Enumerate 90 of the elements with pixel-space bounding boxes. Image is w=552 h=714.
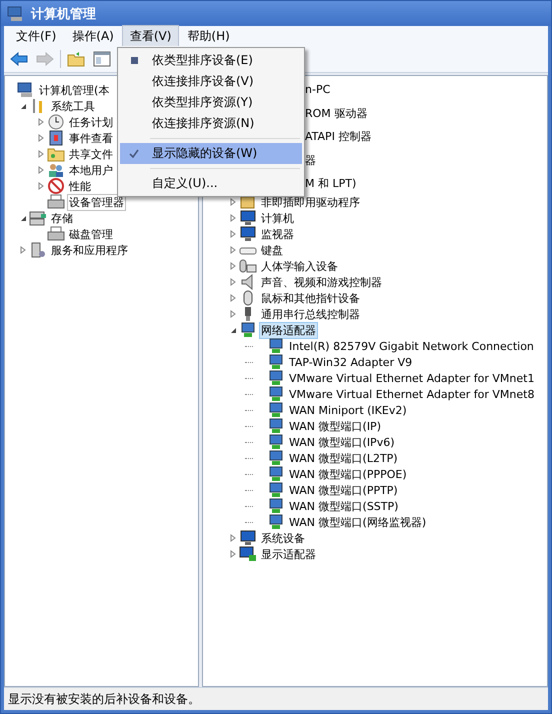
monitor-icon xyxy=(239,210,257,226)
network-adapter-icon xyxy=(267,338,285,354)
menu-option[interactable]: 自定义(U)... xyxy=(120,173,302,194)
forward-arrow-icon xyxy=(36,52,54,66)
tree-item[interactable]: ATAPI 控制器 xyxy=(305,129,372,145)
tree-item[interactable]: 计算机管理(本 xyxy=(37,82,112,98)
display-adapter-icon xyxy=(239,546,257,562)
tree-item[interactable]: 本地用户 xyxy=(67,162,115,178)
network-adapter-icon xyxy=(267,370,285,386)
tree-item[interactable]: 键盘 xyxy=(259,242,285,258)
printer-icon xyxy=(47,226,65,242)
no-entry-icon xyxy=(47,178,65,194)
tree-item[interactable]: 系统工具 xyxy=(49,98,97,114)
printer-icon xyxy=(47,194,65,210)
network-adapter-icon xyxy=(267,466,285,482)
back-arrow-icon xyxy=(10,52,28,66)
tree-item[interactable]: 声音、视频和游戏控制器 xyxy=(259,274,384,290)
network-adapter-icon xyxy=(267,482,285,498)
tree-item[interactable]: ROM 驱动器 xyxy=(305,106,368,122)
network-adapter-icon xyxy=(239,322,257,338)
menu-item[interactable]: 帮助(H) xyxy=(179,24,238,48)
tree-item[interactable]: WAN 微型端口(SSTP) xyxy=(287,498,400,514)
tree-item[interactable]: WAN 微型端口(IPv6) xyxy=(287,434,396,450)
tree-item[interactable]: 系统设备 xyxy=(259,530,307,546)
network-adapter-icon xyxy=(267,354,285,370)
collapse-arrow-icon[interactable] xyxy=(20,214,26,222)
tree-item[interactable]: 网络适配器 xyxy=(259,322,318,338)
computer-icon xyxy=(17,82,35,98)
tree-item[interactable]: TAP-Win32 Adapter V9 xyxy=(287,354,414,370)
computer-icon xyxy=(7,6,25,22)
tree-item[interactable]: 通用串行总线控制器 xyxy=(259,306,362,322)
folder-up-icon xyxy=(67,51,85,67)
tree-item[interactable]: 鼠标和其他指针设备 xyxy=(259,290,362,306)
tree-item[interactable]: 非即插即用驱动程序 xyxy=(259,194,362,210)
folder-icon xyxy=(47,146,65,162)
storage-icon xyxy=(29,210,47,226)
clock-icon xyxy=(47,114,65,130)
menu-item[interactable]: 操作(A) xyxy=(64,24,122,48)
network-adapter-icon xyxy=(267,498,285,514)
menu-option[interactable]: 依连接排序设备(V) xyxy=(120,71,302,92)
tree-item[interactable]: WAN 微型端口(L2TP) xyxy=(287,450,400,466)
menu-option[interactable]: 依连接排序资源(N) xyxy=(120,113,302,134)
device-icon xyxy=(239,194,257,210)
tree-item[interactable]: 性能 xyxy=(67,178,93,194)
tree-item[interactable]: 共享文件 xyxy=(67,146,115,162)
tree-item[interactable]: WAN 微型端口(IP) xyxy=(287,418,383,434)
tree-item[interactable]: 事件查看 xyxy=(67,130,115,146)
tree-item[interactable]: 服务和应用程序 xyxy=(49,242,130,258)
tree-item[interactable]: WAN 微型端口(PPTP) xyxy=(287,482,400,498)
console-tree-icon xyxy=(93,51,111,67)
network-adapter-icon xyxy=(267,418,285,434)
menu-item[interactable]: 查看(V) xyxy=(122,24,180,48)
tree-item[interactable]: VMware Virtual Ethernet Adapter for VMnet1 xyxy=(287,370,536,386)
tree-item[interactable]: 存储 xyxy=(49,210,75,226)
tree-item[interactable]: 设备管理器 xyxy=(67,194,126,210)
network-adapter-icon xyxy=(267,434,285,450)
tree-item[interactable]: 监视器 xyxy=(259,226,296,242)
tree-item[interactable]: 计算机 xyxy=(259,210,296,226)
expand-arrow-icon[interactable] xyxy=(20,246,26,254)
server-icon xyxy=(29,242,47,258)
menu-option[interactable]: 显示隐藏的设备(W) xyxy=(120,143,302,164)
monitor-icon xyxy=(239,530,257,546)
menu-option[interactable]: 依类型排序资源(Y) xyxy=(120,92,302,113)
tree-item[interactable]: WAN Miniport (IKEv2) xyxy=(287,402,409,418)
network-adapter-icon xyxy=(267,402,285,418)
tree-item[interactable]: WAN 微型端口(网络监视器) xyxy=(287,514,428,530)
collapse-arrow-icon[interactable] xyxy=(230,326,236,334)
window-title: 计算机管理 xyxy=(31,6,96,22)
tree-item[interactable]: n-PC xyxy=(305,82,330,98)
network-adapter-icon xyxy=(267,514,285,530)
tree-item[interactable]: Intel(R) 82579V Gigabit Network Connection xyxy=(287,338,536,354)
network-adapter-icon xyxy=(267,386,285,402)
tree-item[interactable]: VMware Virtual Ethernet Adapter for VMnet8 xyxy=(287,386,536,402)
checkmark-icon xyxy=(129,149,139,158)
tree-item[interactable]: 显示适配器 xyxy=(259,546,318,562)
tree-item[interactable]: 磁盘管理 xyxy=(67,226,115,242)
tree-item[interactable]: 器 xyxy=(305,152,316,168)
tree-item[interactable]: M 和 LPT) xyxy=(305,176,356,192)
monitor-icon xyxy=(239,226,257,242)
tree-item[interactable]: 人体学输入设备 xyxy=(259,258,340,274)
log-icon xyxy=(47,130,65,146)
collapse-arrow-icon[interactable] xyxy=(20,102,26,110)
tree-item[interactable]: 任务计划 xyxy=(67,114,115,130)
tree-item[interactable]: WAN 微型端口(PPPOE) xyxy=(287,466,409,482)
users-icon xyxy=(47,162,65,178)
input-device-icon xyxy=(239,258,257,274)
bullet-icon xyxy=(130,57,138,64)
network-adapter-icon xyxy=(267,450,285,466)
status-text: 显示没有被安装的后补设备和设备。 xyxy=(8,690,200,708)
menu-item[interactable]: 文件(F) xyxy=(8,24,64,48)
